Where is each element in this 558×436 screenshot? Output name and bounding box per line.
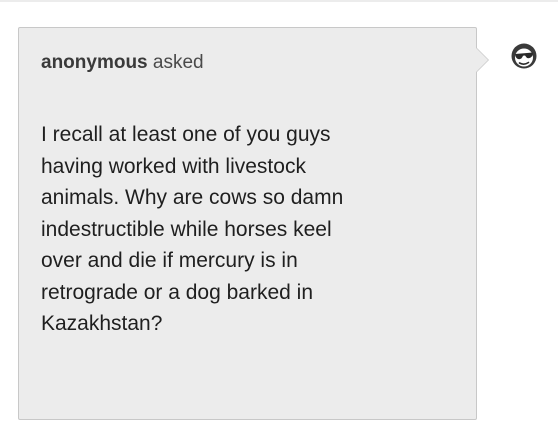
- asker-verb: asked: [152, 52, 204, 73]
- anonymous-sunglasses-icon: [511, 43, 537, 69]
- anonymous-avatar[interactable]: [510, 42, 538, 70]
- top-divider: [0, 0, 558, 2]
- asker-name: anonymous: [41, 52, 148, 73]
- post-page: anonymous asked I recall at least one of…: [0, 0, 558, 436]
- bubble-tail-fill: [476, 48, 488, 72]
- asker-line: anonymous asked: [41, 51, 204, 75]
- question-text: I recall at least one of you guys having…: [41, 123, 344, 335]
- ask-bubble: anonymous asked I recall at least one of…: [18, 27, 477, 420]
